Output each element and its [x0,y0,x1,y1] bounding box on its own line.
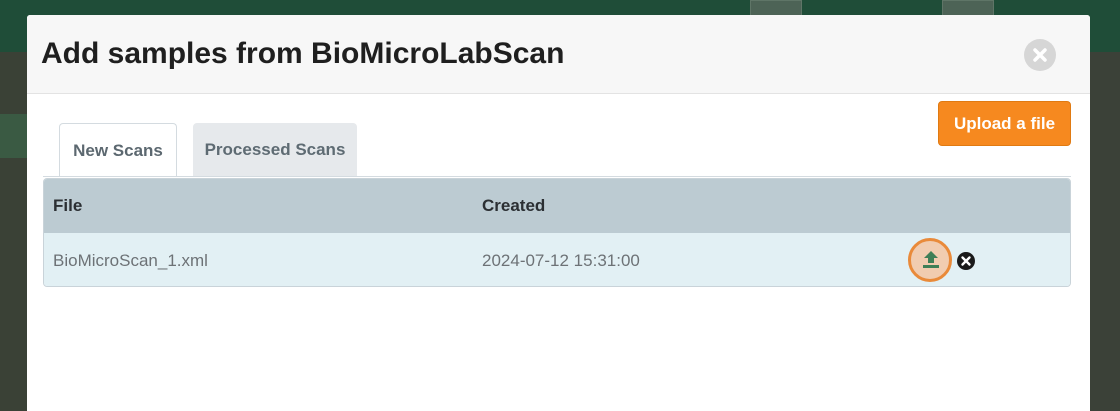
tab-processed-scans[interactable]: Processed Scans [193,123,357,177]
background-sidebar [0,52,27,411]
table-header: File Created [44,179,1070,233]
upload-icon [923,251,939,268]
modal-header: Add samples from BioMicroLabScan [27,15,1090,94]
close-circle-icon [1026,41,1054,69]
cell-created: 2024-07-12 15:31:00 [482,251,640,270]
tabs-divider [43,176,1071,177]
background-right-panel [1090,52,1120,411]
row-upload-button[interactable] [908,238,952,282]
row-remove-button[interactable] [957,252,975,270]
add-samples-modal: Add samples from BioMicroLabScan Upload … [27,15,1090,411]
background-sidebar-strip [0,114,27,158]
cell-file: BioMicroScan_1.xml [53,251,208,270]
close-button[interactable] [1024,39,1056,71]
upload-file-button[interactable]: Upload a file [938,101,1071,146]
column-header-created: Created [482,196,546,215]
column-header-file: File [53,196,83,215]
remove-circle-icon [961,256,971,266]
modal-title: Add samples from BioMicroLabScan [41,37,565,70]
tab-new-scans[interactable]: New Scans [59,123,177,177]
table-row: BioMicroScan_1.xml 2024-07-12 15:31:00 [44,233,1070,286]
scans-table: File Created BioMicroScan_1.xml 2024-07-… [43,178,1071,287]
